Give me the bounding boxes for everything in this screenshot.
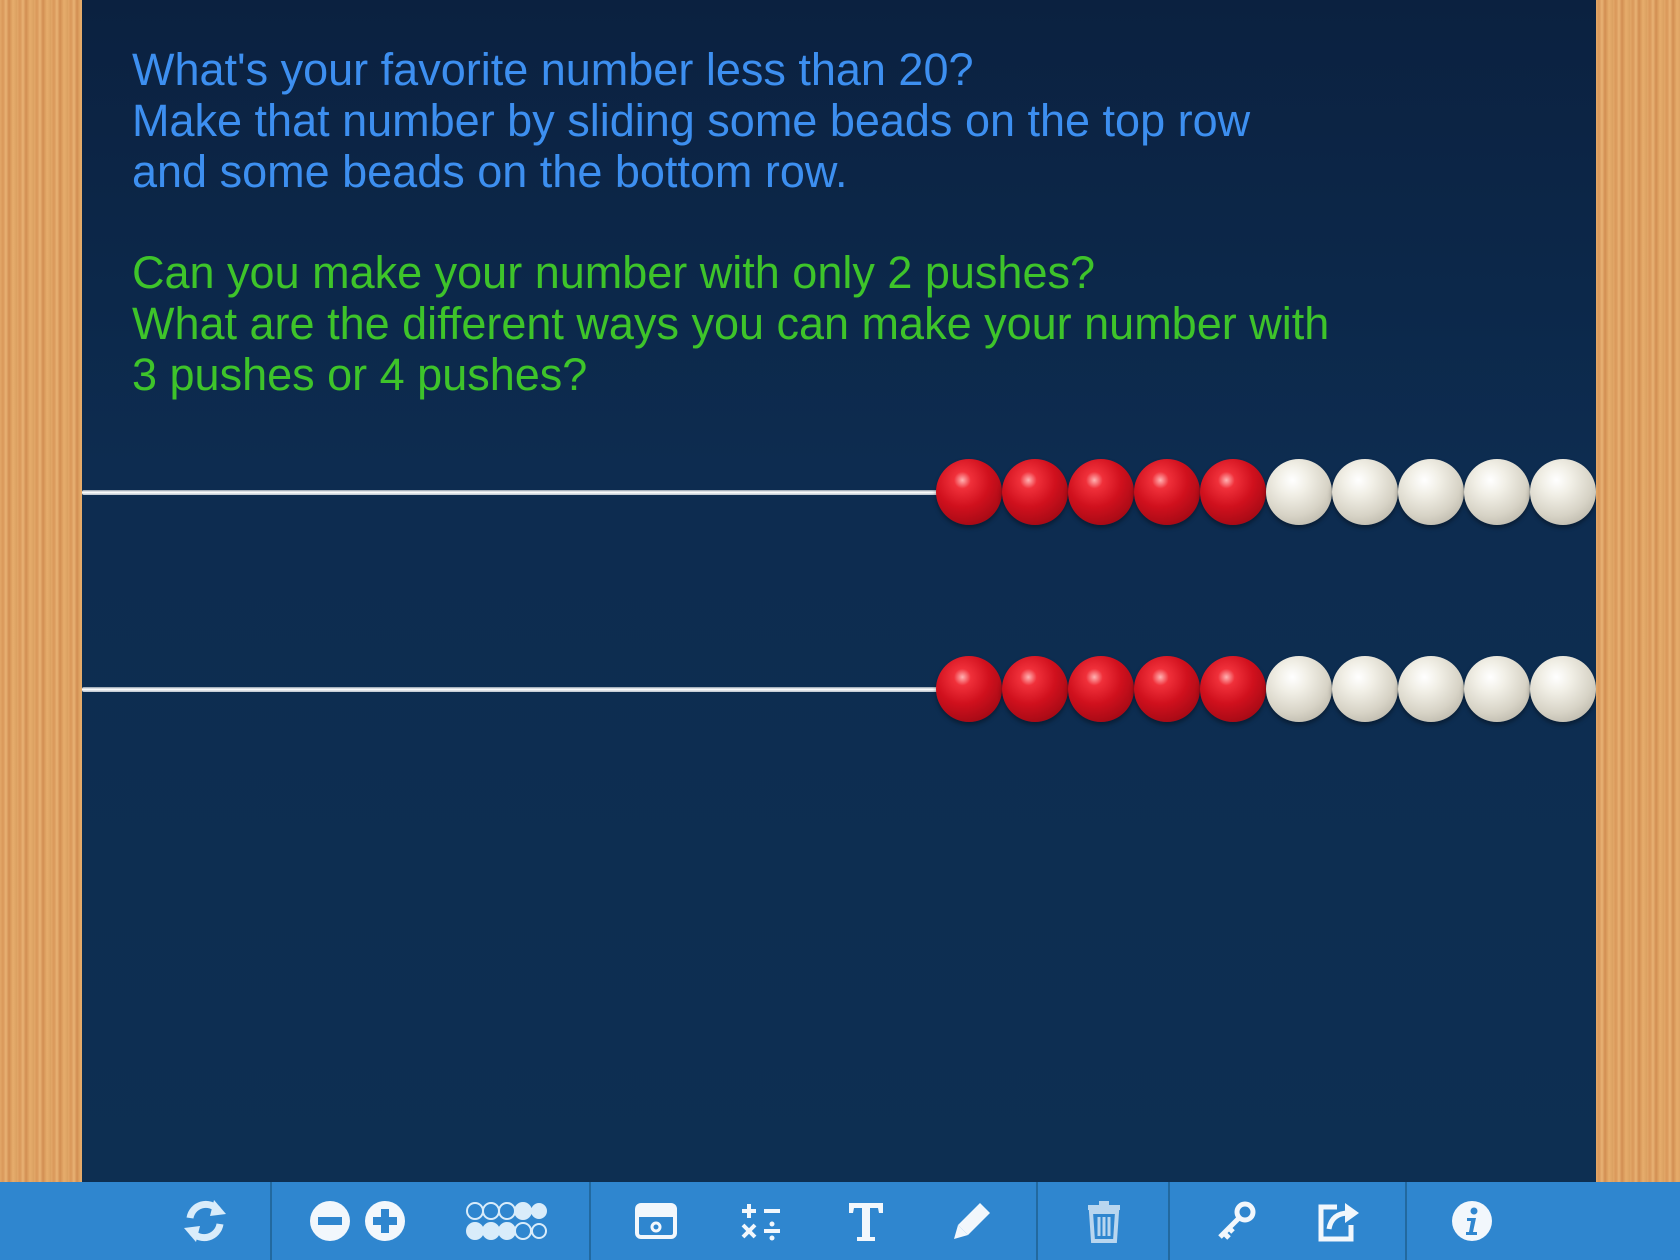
red-bead[interactable]: [1200, 656, 1266, 722]
white-bead[interactable]: [1464, 459, 1530, 525]
white-bead[interactable]: [1266, 459, 1332, 525]
bottom-toolbar: [0, 1182, 1680, 1260]
cover-button[interactable]: [630, 1182, 682, 1260]
math-symbols-button[interactable]: [735, 1182, 787, 1260]
wood-frame-left: [0, 0, 82, 1182]
cover-icon: [635, 1203, 677, 1239]
rod-bottom: [82, 687, 946, 692]
red-bead[interactable]: [936, 459, 1002, 525]
red-bead[interactable]: [936, 656, 1002, 722]
challenge-line: Can you make your number with only 2 pus…: [132, 247, 1096, 298]
red-bead[interactable]: [1068, 656, 1134, 722]
white-bead[interactable]: [1530, 656, 1596, 722]
pen-tool-button[interactable]: [946, 1182, 998, 1260]
text-tool-icon: [849, 1203, 883, 1241]
info-icon: [1452, 1201, 1492, 1241]
bead-layout-button[interactable]: [460, 1182, 550, 1260]
pen-tool-icon: [954, 1203, 990, 1239]
share-icon: [1318, 1203, 1359, 1242]
white-bead[interactable]: [1332, 459, 1398, 525]
prompt-text: What's your favorite number less than 20…: [132, 44, 1329, 400]
red-bead[interactable]: [1134, 656, 1200, 722]
red-bead[interactable]: [1134, 459, 1200, 525]
red-bead[interactable]: [1200, 459, 1266, 525]
trash-button[interactable]: [1078, 1182, 1130, 1260]
workspace-board: What's your favorite number less than 20…: [82, 0, 1596, 1182]
wood-frame-right: [1596, 0, 1680, 1182]
add-row-button[interactable]: [360, 1182, 410, 1260]
challenge-line: 3 pushes or 4 pushes?: [132, 349, 588, 400]
reset-icon: [184, 1200, 226, 1242]
white-bead[interactable]: [1266, 656, 1332, 722]
math-symbols-icon: [741, 1204, 780, 1241]
question-line: Make that number by sliding some beads o…: [132, 95, 1251, 146]
rod-top: [82, 490, 946, 495]
reset-button[interactable]: [175, 1182, 235, 1260]
red-bead[interactable]: [1002, 459, 1068, 525]
remove-row-icon: [310, 1201, 350, 1241]
bead-layout-icon: [466, 1202, 547, 1240]
question-line: What's your favorite number less than 20…: [132, 44, 974, 95]
white-bead[interactable]: [1398, 656, 1464, 722]
key-button[interactable]: [1210, 1182, 1262, 1260]
red-bead[interactable]: [1068, 459, 1134, 525]
red-bead[interactable]: [1002, 656, 1068, 722]
remove-row-button[interactable]: [305, 1182, 355, 1260]
challenge-line: What are the different ways you can make…: [132, 298, 1330, 349]
white-bead[interactable]: [1464, 656, 1530, 722]
key-icon: [1218, 1201, 1256, 1240]
add-row-icon: [365, 1201, 405, 1241]
question-line: and some beads on the bottom row.: [132, 146, 848, 197]
trash-icon: [1088, 1201, 1120, 1243]
white-bead[interactable]: [1332, 656, 1398, 722]
info-button[interactable]: [1446, 1182, 1498, 1260]
white-bead[interactable]: [1530, 459, 1596, 525]
white-bead[interactable]: [1398, 459, 1464, 525]
text-tool-button[interactable]: [840, 1182, 892, 1260]
share-button[interactable]: [1313, 1182, 1365, 1260]
